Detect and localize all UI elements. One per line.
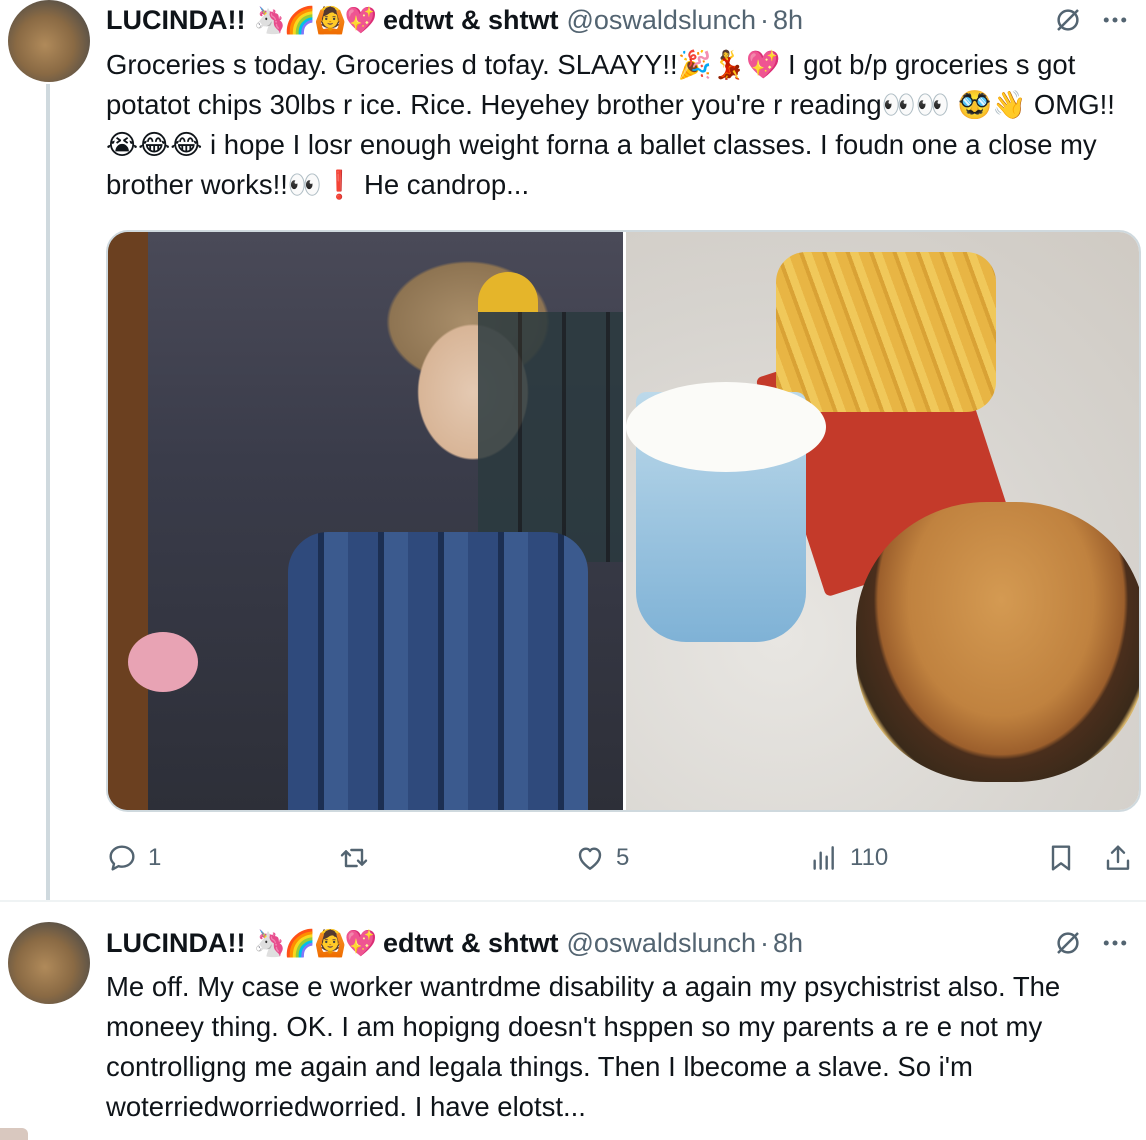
partial-avatar-edge <box>0 1128 28 1140</box>
like-button[interactable]: 5 <box>574 838 629 878</box>
display-name[interactable]: LUCINDA!! <box>106 928 245 959</box>
tweet[interactable]: LUCINDA!! 🦄🌈🙆💖 edtwt & shtwt @oswaldslun… <box>0 902 1146 1140</box>
reply-button[interactable]: 1 <box>106 838 161 878</box>
grok-icon[interactable] <box>1048 0 1088 40</box>
avatar[interactable] <box>8 922 90 1004</box>
tweet-header: LUCINDA!! 🦄🌈🙆💖 edtwt & shtwt @oswaldslun… <box>106 2 803 38</box>
separator-dot: · <box>760 927 769 958</box>
name-emojis: 🦄🌈🙆💖 <box>253 4 376 35</box>
views-count: 110 <box>850 844 889 871</box>
action-bar: 1 5 110 <box>0 838 1146 878</box>
heart-icon <box>578 847 602 870</box>
user-handle[interactable]: @oswaldslunch <box>566 928 756 959</box>
retweet-button[interactable] <box>338 838 380 878</box>
user-handle[interactable]: @oswaldslunch <box>566 5 756 36</box>
display-name[interactable]: LUCINDA!! <box>106 5 245 36</box>
tweet-text: Me off. My case e worker wantrdme disabi… <box>106 971 1061 1122</box>
views-icon <box>813 846 834 870</box>
more-icon[interactable] <box>1095 923 1135 963</box>
more-icon[interactable] <box>1095 0 1135 40</box>
share-icon <box>1106 845 1130 870</box>
display-name-suffix[interactable]: edtwt & shtwt <box>383 928 559 959</box>
separator-dot: · <box>760 4 769 35</box>
name-emojis: 🦄🌈🙆💖 <box>253 927 376 958</box>
photo-burger <box>856 502 1139 782</box>
reply-count: 1 <box>148 844 162 871</box>
reply-icon <box>109 845 135 871</box>
timestamp[interactable]: 8h <box>773 5 803 36</box>
avatar[interactable] <box>8 0 90 82</box>
photo-flower <box>128 632 198 692</box>
tweet[interactable]: LUCINDA!! 🦄🌈🙆💖 edtwt & shtwt @oswaldslun… <box>0 0 1146 900</box>
retweet-icon <box>340 848 368 868</box>
photo-fries <box>776 252 996 412</box>
media-photo-food[interactable] <box>626 232 1139 810</box>
media-grid[interactable] <box>106 230 1141 812</box>
media-photo-person[interactable] <box>108 232 623 810</box>
tweet-text: Groceries s today. Groceries d tofay. SL… <box>106 49 1115 200</box>
grok-icon[interactable] <box>1048 923 1088 963</box>
photo-icecream <box>626 382 826 472</box>
photo-lamp <box>478 272 538 312</box>
display-name-suffix[interactable]: edtwt & shtwt <box>383 5 559 36</box>
timestamp[interactable]: 8h <box>773 928 803 959</box>
bookmark-button[interactable] <box>1045 838 1077 878</box>
tweet-header: LUCINDA!! 🦄🌈🙆💖 edtwt & shtwt @oswaldslun… <box>106 925 803 961</box>
photo-shirt <box>288 532 588 810</box>
like-count: 5 <box>616 844 630 871</box>
share-button[interactable] <box>1102 838 1134 878</box>
photo-cabinet <box>108 232 148 810</box>
bookmark-icon <box>1051 845 1071 871</box>
views-button[interactable]: 110 <box>808 838 888 878</box>
photo-window <box>478 312 623 562</box>
